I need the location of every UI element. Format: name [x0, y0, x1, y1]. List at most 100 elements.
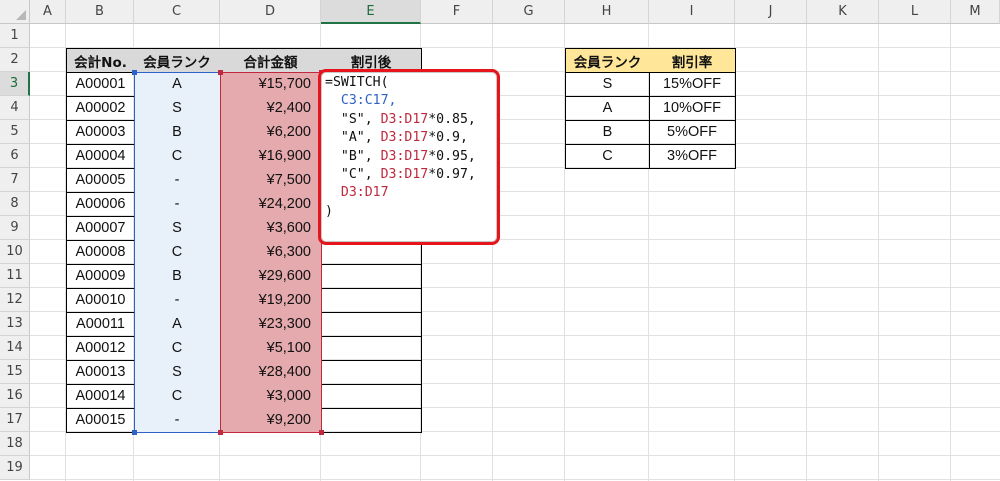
row-header-12[interactable]: 12: [0, 288, 30, 312]
row-header-17[interactable]: 17: [0, 408, 30, 432]
total-amount-cell[interactable]: ¥19,200: [220, 288, 322, 313]
range-handle[interactable]: [132, 70, 137, 75]
account-no-cell[interactable]: A00010: [66, 288, 135, 313]
total-amount-cell[interactable]: ¥7,500: [220, 168, 322, 193]
account-no-cell[interactable]: A00006: [66, 192, 135, 217]
discounted-amount-cell[interactable]: [321, 384, 422, 409]
member-rank-cell[interactable]: C: [134, 144, 221, 169]
main-table-header[interactable]: 合計金額: [220, 48, 322, 73]
member-rank-cell[interactable]: C: [134, 336, 221, 361]
row-header-6[interactable]: 6: [0, 144, 30, 168]
column-header-c[interactable]: C: [134, 0, 220, 24]
row-header-7[interactable]: 7: [0, 168, 30, 192]
total-amount-cell[interactable]: ¥24,200: [220, 192, 322, 217]
column-header-g[interactable]: G: [493, 0, 565, 24]
account-no-cell[interactable]: A00014: [66, 384, 135, 409]
member-rank-cell[interactable]: S: [134, 96, 221, 121]
account-no-cell[interactable]: A00007: [66, 216, 135, 241]
account-no-cell[interactable]: A00011: [66, 312, 135, 337]
row-header-13[interactable]: 13: [0, 312, 30, 336]
column-header-b[interactable]: B: [66, 0, 134, 24]
total-amount-cell[interactable]: ¥6,300: [220, 240, 322, 265]
member-rank-cell[interactable]: A: [134, 72, 221, 97]
total-amount-cell[interactable]: ¥16,900: [220, 144, 322, 169]
row-header-1[interactable]: 1: [0, 24, 30, 48]
total-amount-cell[interactable]: ¥23,300: [220, 312, 322, 337]
discounted-amount-cell[interactable]: [321, 408, 422, 433]
select-all-corner[interactable]: [0, 0, 30, 24]
discounted-amount-cell[interactable]: [321, 336, 422, 361]
member-rank-cell[interactable]: -: [134, 408, 221, 433]
account-no-cell[interactable]: A00009: [66, 264, 135, 289]
rate-rank-cell[interactable]: B: [565, 120, 650, 145]
column-header-l[interactable]: L: [879, 0, 951, 24]
discounted-amount-cell[interactable]: [321, 360, 422, 385]
member-rank-cell[interactable]: B: [134, 264, 221, 289]
spreadsheet-grid[interactable]: ABCDEFGHIJKLM 1 2 3 4 5 6 7 8 9 10 11 12 13 14 15 16 17 1…: [0, 0, 1000, 481]
account-no-cell[interactable]: A00005: [66, 168, 135, 193]
row-header-10[interactable]: 10: [0, 240, 30, 264]
column-header-j[interactable]: J: [735, 0, 807, 24]
discounted-amount-cell[interactable]: [321, 264, 422, 289]
account-no-cell[interactable]: A00015: [66, 408, 135, 433]
total-amount-cell[interactable]: ¥28,400: [220, 360, 322, 385]
column-header-m[interactable]: M: [951, 0, 1000, 24]
column-header-f[interactable]: F: [421, 0, 493, 24]
row-header-9[interactable]: 9: [0, 216, 30, 240]
row-header-2[interactable]: 2: [0, 48, 30, 72]
row-header-5[interactable]: 5: [0, 120, 30, 144]
member-rank-cell[interactable]: -: [134, 288, 221, 313]
member-rank-cell[interactable]: A: [134, 312, 221, 337]
discount-rate-cell[interactable]: 10%OFF: [649, 96, 736, 121]
formula-callout[interactable]: =SWITCH( C3:C17, "S", D3:D17*0.85, "A", …: [318, 69, 500, 245]
column-header-a[interactable]: A: [30, 0, 66, 24]
member-rank-cell[interactable]: -: [134, 192, 221, 217]
total-amount-cell[interactable]: ¥5,100: [220, 336, 322, 361]
member-rank-cell[interactable]: C: [134, 384, 221, 409]
column-header-k[interactable]: K: [807, 0, 879, 24]
member-rank-cell[interactable]: C: [134, 240, 221, 265]
row-header-14[interactable]: 14: [0, 336, 30, 360]
discounted-amount-cell[interactable]: [321, 288, 422, 313]
column-header-e[interactable]: E: [321, 0, 421, 24]
column-header-i[interactable]: I: [649, 0, 735, 24]
account-no-cell[interactable]: A00004: [66, 144, 135, 169]
row-header-16[interactable]: 16: [0, 384, 30, 408]
rate-table-header[interactable]: 会員ランク: [565, 48, 650, 73]
row-header-4[interactable]: 4: [0, 96, 30, 120]
account-no-cell[interactable]: A00001: [66, 72, 135, 97]
row-header-11[interactable]: 11: [0, 264, 30, 288]
range-handle[interactable]: [218, 430, 223, 435]
account-no-cell[interactable]: A00013: [66, 360, 135, 385]
total-amount-cell[interactable]: ¥3,000: [220, 384, 322, 409]
account-no-cell[interactable]: A00002: [66, 96, 135, 121]
total-amount-cell[interactable]: ¥9,200: [220, 408, 322, 433]
discount-rate-cell[interactable]: 15%OFF: [649, 72, 736, 97]
total-amount-cell[interactable]: ¥29,600: [220, 264, 322, 289]
member-rank-cell[interactable]: S: [134, 360, 221, 385]
range-handle[interactable]: [132, 430, 137, 435]
rate-rank-cell[interactable]: A: [565, 96, 650, 121]
account-no-cell[interactable]: A00012: [66, 336, 135, 361]
column-header-d[interactable]: D: [220, 0, 321, 24]
total-amount-cell[interactable]: ¥2,400: [220, 96, 322, 121]
account-no-cell[interactable]: A00003: [66, 120, 135, 145]
range-handle[interactable]: [319, 430, 324, 435]
row-header-3[interactable]: 3: [0, 72, 30, 96]
total-amount-cell[interactable]: ¥3,600: [220, 216, 322, 241]
account-no-cell[interactable]: A00008: [66, 240, 135, 265]
discount-rate-cell[interactable]: 3%OFF: [649, 144, 736, 169]
main-table-header[interactable]: 会計No.: [66, 48, 135, 73]
row-header-19[interactable]: 19: [0, 456, 30, 480]
member-rank-cell[interactable]: B: [134, 120, 221, 145]
member-rank-cell[interactable]: S: [134, 216, 221, 241]
row-header-15[interactable]: 15: [0, 360, 30, 384]
rate-table-header[interactable]: 割引率: [649, 48, 736, 73]
total-amount-cell[interactable]: ¥6,200: [220, 120, 322, 145]
row-header-18[interactable]: 18: [0, 432, 30, 456]
column-header-h[interactable]: H: [565, 0, 649, 24]
discounted-amount-cell[interactable]: [321, 312, 422, 337]
discount-rate-cell[interactable]: 5%OFF: [649, 120, 736, 145]
rate-rank-cell[interactable]: C: [565, 144, 650, 169]
range-handle[interactable]: [218, 70, 223, 75]
